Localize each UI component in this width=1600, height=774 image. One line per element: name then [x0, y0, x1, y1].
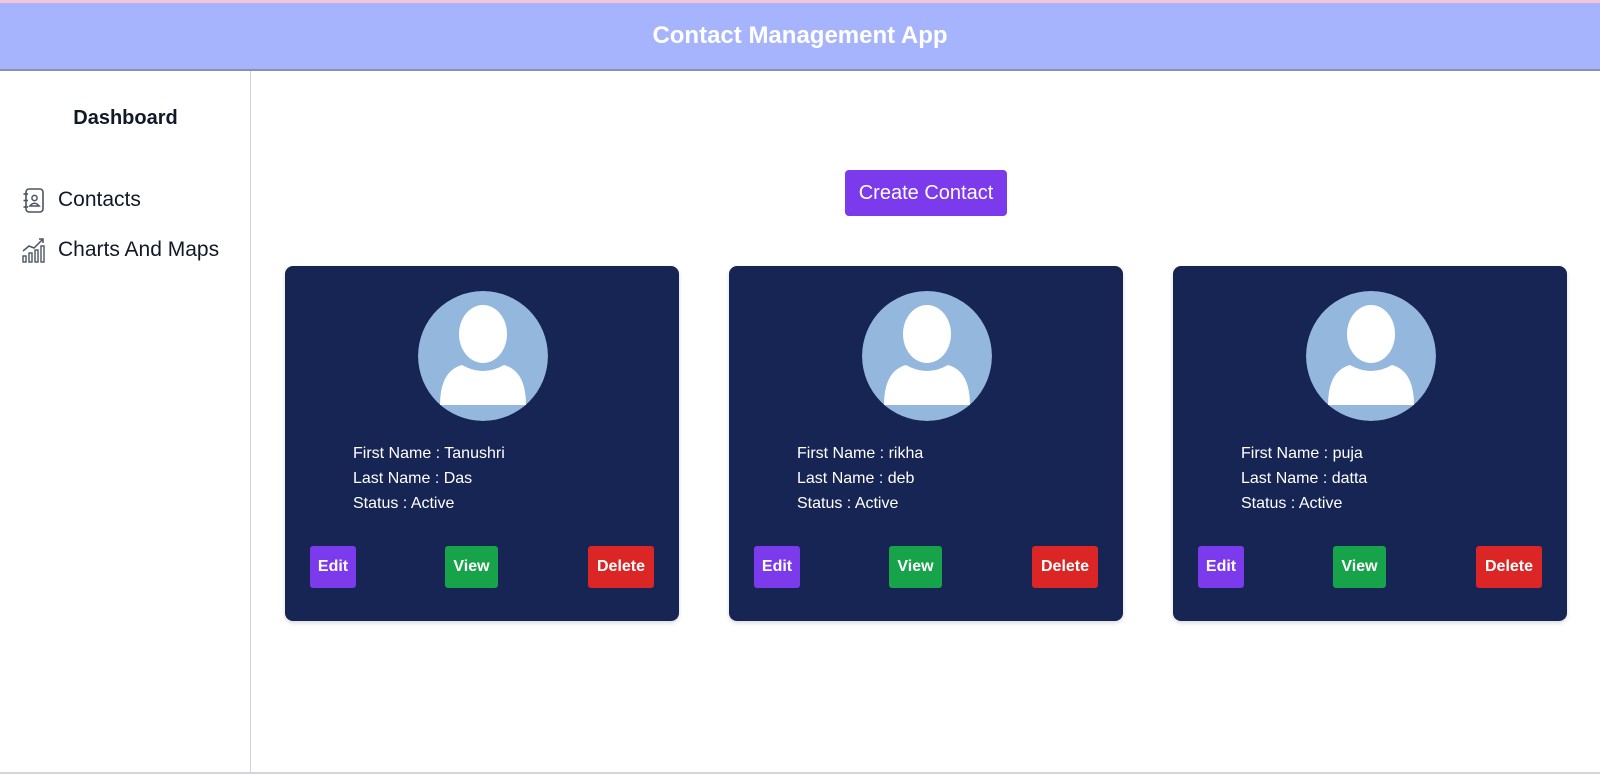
delete-button[interactable]: Delete [1476, 546, 1542, 588]
sidebar-item-contacts[interactable]: Contacts [22, 185, 141, 215]
delete-button[interactable]: Delete [1032, 546, 1098, 588]
line-chart-icon [22, 237, 46, 263]
app-title: Contact Management App [652, 22, 948, 49]
last-name: Last Name : datta [1241, 470, 1368, 487]
sidebar-item-label: Contacts [58, 188, 141, 211]
first-name: First Name : Tanushri [353, 445, 505, 462]
status: Status : Active [797, 495, 899, 512]
create-contact-button[interactable]: Create Contact [845, 170, 1007, 216]
first-name: First Name : puja [1241, 445, 1363, 462]
edit-button[interactable]: Edit [310, 546, 356, 588]
contact-info: First Name : puja Last Name : datta Stat… [1241, 441, 1367, 516]
last-name: Last Name : Das [353, 470, 473, 487]
app-header: Contact Management App [0, 3, 1600, 71]
view-button[interactable]: View [1333, 546, 1386, 588]
edit-button[interactable]: Edit [1198, 546, 1244, 588]
sidebar-title: Dashboard [73, 107, 178, 129]
edit-button[interactable]: Edit [754, 546, 800, 588]
contact-card: First Name : rikha Last Name : deb Statu… [729, 266, 1123, 621]
status: Status : Active [353, 495, 455, 512]
status: Status : Active [1241, 495, 1343, 512]
avatar-icon [1306, 291, 1436, 421]
main-content: Create Contact First Name : Tanushri Las… [252, 71, 1600, 774]
delete-button[interactable]: Delete [588, 546, 654, 588]
contact-info: First Name : Tanushri Last Name : Das St… [353, 441, 505, 516]
contacts-book-icon [22, 187, 46, 213]
avatar-icon [418, 291, 548, 421]
last-name: Last Name : deb [797, 470, 915, 487]
avatar-icon [862, 291, 992, 421]
view-button[interactable]: View [445, 546, 498, 588]
sidebar-item-label: Charts And Maps [58, 238, 220, 261]
sidebar-item-charts-and-maps[interactable]: Charts And Maps [22, 235, 219, 265]
contact-card: First Name : Tanushri Last Name : Das St… [285, 266, 679, 621]
sidebar: Dashboard Contacts Charts And Maps [0, 71, 251, 774]
contact-card: First Name : puja Last Name : datta Stat… [1173, 266, 1567, 621]
first-name: First Name : rikha [797, 445, 924, 462]
contact-info: First Name : rikha Last Name : deb Statu… [797, 441, 923, 516]
view-button[interactable]: View [889, 546, 942, 588]
